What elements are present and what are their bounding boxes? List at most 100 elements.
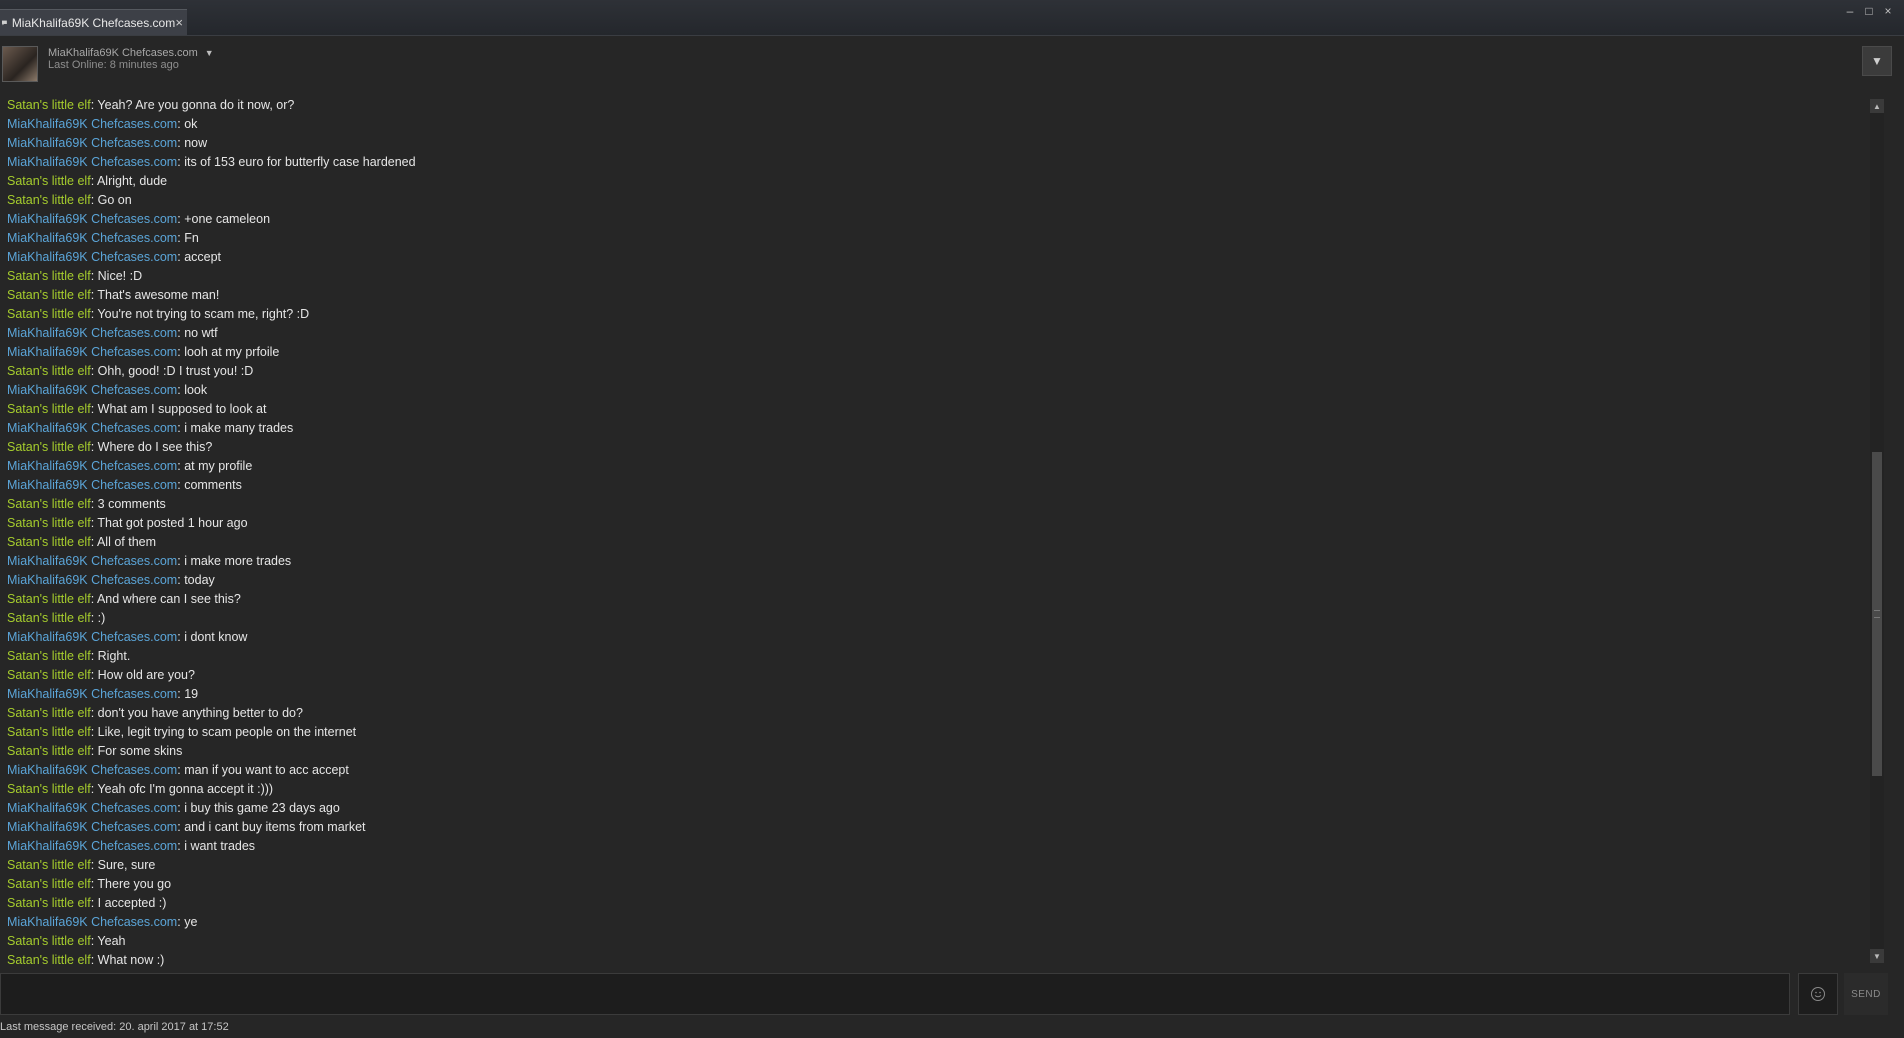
message-sender[interactable]: MiaKhalifa69K Chefcases.com	[7, 155, 177, 169]
separator: :	[90, 269, 98, 283]
scroll-up-arrow-icon[interactable]: ▲	[1870, 99, 1884, 113]
chat-message: Satan's little elf: That's awesome man!	[7, 286, 1867, 305]
close-icon[interactable]: ×	[1882, 4, 1894, 18]
message-sender[interactable]: MiaKhalifa69K Chefcases.com	[7, 820, 177, 834]
emoticon-button[interactable]	[1798, 973, 1838, 1015]
message-sender[interactable]: Satan's little elf	[7, 725, 91, 739]
chat-message: Satan's little elf: Alright, dude	[7, 172, 1867, 191]
message-text: Where do I see this?	[97, 440, 213, 454]
minimize-icon[interactable]: –	[1844, 4, 1856, 18]
message-sender[interactable]: Satan's little elf	[7, 896, 91, 910]
message-sender[interactable]: MiaKhalifa69K Chefcases.com	[7, 421, 177, 435]
message-sender[interactable]: MiaKhalifa69K Chefcases.com	[7, 117, 177, 131]
message-sender[interactable]: MiaKhalifa69K Chefcases.com	[7, 573, 177, 587]
separator: :	[90, 706, 98, 720]
message-sender[interactable]: Satan's little elf	[7, 934, 91, 948]
message-sender[interactable]: MiaKhalifa69K Chefcases.com	[7, 554, 177, 568]
friend-status: Last Online: 8 minutes ago	[48, 59, 179, 71]
message-sender[interactable]: Satan's little elf	[7, 193, 91, 207]
message-text: Right.	[97, 649, 131, 663]
message-sender[interactable]: Satan's little elf	[7, 174, 91, 188]
message-sender[interactable]: Satan's little elf	[7, 307, 91, 321]
chat-message: MiaKhalifa69K Chefcases.com: no wtf	[7, 324, 1867, 343]
chat-message: MiaKhalifa69K Chefcases.com: today	[7, 571, 1867, 590]
separator: :	[90, 896, 98, 910]
separator: :	[90, 611, 98, 625]
chat-message: Satan's little elf: That got posted 1 ho…	[7, 514, 1867, 533]
message-sender[interactable]: MiaKhalifa69K Chefcases.com	[7, 136, 177, 150]
message-sender[interactable]: Satan's little elf	[7, 592, 91, 606]
message-sender[interactable]: Satan's little elf	[7, 98, 91, 112]
message-sender[interactable]: MiaKhalifa69K Chefcases.com	[7, 212, 177, 226]
message-sender[interactable]: Satan's little elf	[7, 858, 91, 872]
message-sender[interactable]: Satan's little elf	[7, 364, 91, 378]
message-sender[interactable]: MiaKhalifa69K Chefcases.com	[7, 250, 177, 264]
tab-chat[interactable]: MiaKhalifa69K Chefcases.com ×	[0, 9, 187, 35]
message-sender[interactable]: MiaKhalifa69K Chefcases.com	[7, 383, 177, 397]
chat-message: MiaKhalifa69K Chefcases.com: now	[7, 134, 1867, 153]
chat-message: MiaKhalifa69K Chefcases.com: accept	[7, 248, 1867, 267]
scroll-down-arrow-icon[interactable]: ▼	[1870, 949, 1884, 963]
options-dropdown-button[interactable]: ▼	[1862, 46, 1892, 76]
message-sender[interactable]: MiaKhalifa69K Chefcases.com	[7, 345, 177, 359]
message-text: i buy this game 23 days ago	[184, 801, 340, 815]
chat-message: Satan's little elf: Sure, sure	[7, 856, 1867, 875]
message-sender[interactable]: Satan's little elf	[7, 611, 91, 625]
friend-name-label: MiaKhalifa69K Chefcases.com	[48, 47, 198, 59]
message-sender[interactable]: MiaKhalifa69K Chefcases.com	[7, 630, 177, 644]
separator: :	[90, 725, 98, 739]
message-sender[interactable]: MiaKhalifa69K Chefcases.com	[7, 801, 177, 815]
message-sender[interactable]: MiaKhalifa69K Chefcases.com	[7, 326, 177, 340]
message-text: And where can I see this?	[96, 592, 241, 606]
message-sender[interactable]: Satan's little elf	[7, 402, 91, 416]
chat-message: MiaKhalifa69K Chefcases.com: +one camele…	[7, 210, 1867, 229]
tab-close-icon[interactable]: ×	[175, 15, 183, 30]
chevron-down-icon[interactable]: ▼	[205, 48, 214, 58]
message-text: Nice! :D	[97, 269, 143, 283]
message-sender[interactable]: Satan's little elf	[7, 288, 91, 302]
message-sender[interactable]: Satan's little elf	[7, 953, 91, 967]
chat-message: Satan's little elf: What am I supposed t…	[7, 400, 1867, 419]
message-text: Yeah? Are you gonna do it now, or?	[97, 98, 295, 112]
message-sender[interactable]: Satan's little elf	[7, 269, 91, 283]
chat-message: MiaKhalifa69K Chefcases.com: its of 153 …	[7, 153, 1867, 172]
send-button[interactable]: SEND	[1844, 973, 1888, 1015]
chat-message: Satan's little elf: Nice! :D	[7, 267, 1867, 286]
message-sender[interactable]: Satan's little elf	[7, 535, 91, 549]
separator: :	[90, 649, 98, 663]
message-sender[interactable]: Satan's little elf	[7, 497, 91, 511]
separator: :	[90, 440, 98, 454]
avatar[interactable]	[2, 46, 38, 82]
message-text: What now :)	[97, 953, 165, 967]
maximize-icon[interactable]: □	[1863, 4, 1875, 18]
chat-message: MiaKhalifa69K Chefcases.com: comments	[7, 476, 1867, 495]
message-sender[interactable]: Satan's little elf	[7, 706, 91, 720]
chat-window: MiaKhalifa69K Chefcases.com × – □ × MiaK…	[0, 0, 1904, 1038]
message-sender[interactable]: Satan's little elf	[7, 782, 91, 796]
separator: :	[90, 953, 98, 967]
message-sender[interactable]: MiaKhalifa69K Chefcases.com	[7, 763, 177, 777]
message-input[interactable]	[0, 973, 1790, 1015]
message-sender[interactable]: MiaKhalifa69K Chefcases.com	[7, 687, 177, 701]
chat-message: MiaKhalifa69K Chefcases.com: Fn	[7, 229, 1867, 248]
message-text: accept	[184, 250, 222, 264]
scrollbar[interactable]: ▲ ▼	[1870, 99, 1884, 963]
scrollbar-thumb[interactable]	[1872, 452, 1882, 776]
chat-header: MiaKhalifa69K Chefcases.com ▼ Last Onlin…	[0, 36, 1904, 86]
chat-message: Satan's little elf: For some skins	[7, 742, 1867, 761]
message-sender[interactable]: Satan's little elf	[7, 744, 91, 758]
friend-name[interactable]: MiaKhalifa69K Chefcases.com ▼	[48, 47, 214, 59]
message-sender[interactable]: MiaKhalifa69K Chefcases.com	[7, 478, 177, 492]
message-sender[interactable]: MiaKhalifa69K Chefcases.com	[7, 915, 177, 929]
message-sender[interactable]: MiaKhalifa69K Chefcases.com	[7, 459, 177, 473]
chat-message: MiaKhalifa69K Chefcases.com: i buy this …	[7, 799, 1867, 818]
message-sender[interactable]: Satan's little elf	[7, 440, 91, 454]
message-text: i make more trades	[184, 554, 292, 568]
message-sender[interactable]: MiaKhalifa69K Chefcases.com	[7, 231, 177, 245]
message-sender[interactable]: MiaKhalifa69K Chefcases.com	[7, 839, 177, 853]
message-sender[interactable]: Satan's little elf	[7, 877, 91, 891]
message-sender[interactable]: Satan's little elf	[7, 516, 91, 530]
message-sender[interactable]: Satan's little elf	[7, 649, 91, 663]
message-text: 19	[184, 687, 199, 701]
message-sender[interactable]: Satan's little elf	[7, 668, 91, 682]
